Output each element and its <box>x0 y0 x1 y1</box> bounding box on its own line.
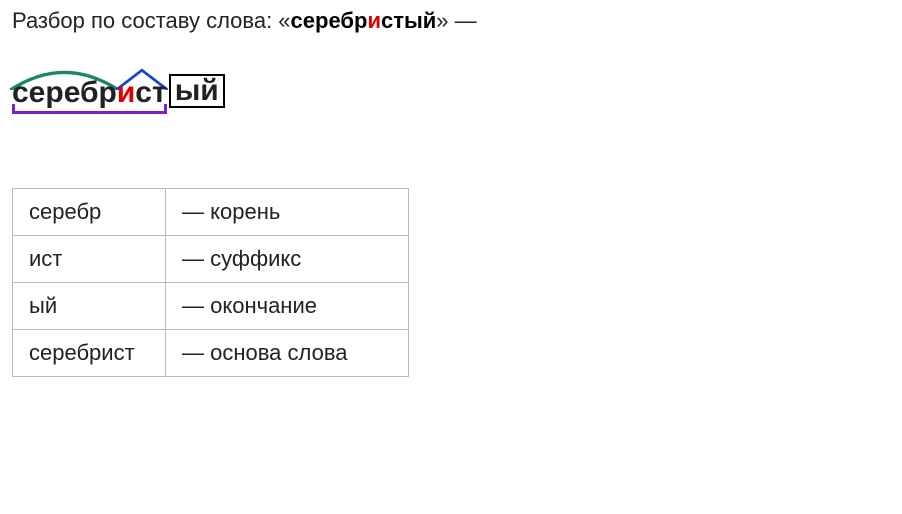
table-row: серебрист — основа слова <box>13 330 409 377</box>
table-row: ист — суффикс <box>13 236 409 283</box>
suffix-i: и <box>117 76 135 109</box>
ending-box: ый <box>169 74 225 108</box>
morpheme-label: — окончание <box>166 283 409 330</box>
morpheme-label: — корень <box>166 189 409 236</box>
title-word-highlight: и <box>367 8 381 33</box>
segment-suffix: ист <box>117 78 167 108</box>
morpheme-part: серебрист <box>13 330 166 377</box>
title-close: » — <box>436 8 476 33</box>
root-text: серебр <box>12 76 117 109</box>
morpheme-part: серебр <box>13 189 166 236</box>
morpheme-table: серебр — корень ист — суффикс ый — оконч… <box>12 188 409 377</box>
title-word: серебристый <box>291 8 437 33</box>
title-word-post: стый <box>381 8 436 33</box>
ending-text: ый <box>175 74 219 107</box>
morpheme-part: ист <box>13 236 166 283</box>
annotated-word: серебр ист ый <box>12 56 225 108</box>
suffix-text: ист <box>117 76 167 109</box>
segment-ending: ый <box>167 74 225 108</box>
table-row: ый — окончание <box>13 283 409 330</box>
title-word-pre: серебр <box>291 8 368 33</box>
segment-root: серебр <box>12 78 117 108</box>
morpheme-label: — суффикс <box>166 236 409 283</box>
page-title: Разбор по составу слова: «серебристый» — <box>12 8 890 34</box>
suffix-post: ст <box>135 76 166 109</box>
title-colon: : « <box>266 8 290 33</box>
table-row: серебр — корень <box>13 189 409 236</box>
title-prefix: Разбор по составу слова <box>12 8 266 33</box>
morpheme-label: — основа слова <box>166 330 409 377</box>
morpheme-part: ый <box>13 283 166 330</box>
